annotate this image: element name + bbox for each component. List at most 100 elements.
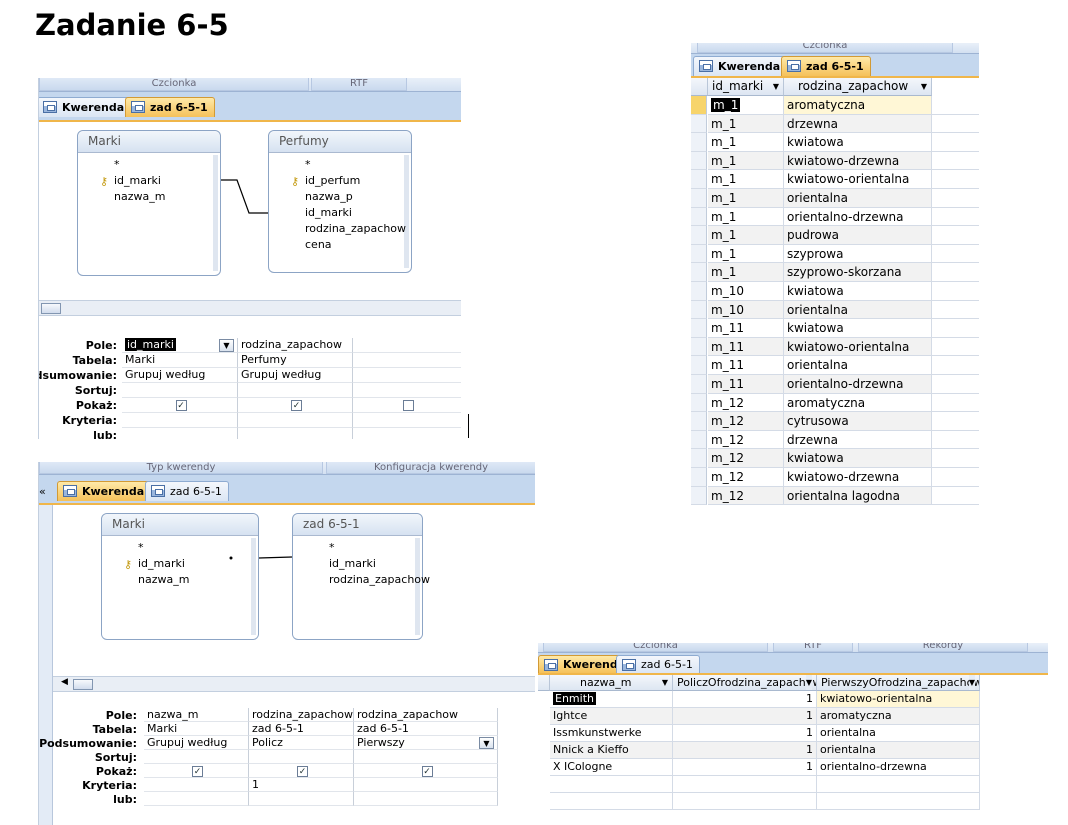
record-selector[interactable]: [691, 170, 707, 189]
table-row[interactable]: Enmith 1 kwiatowo-orientalna: [538, 691, 1048, 710]
grid-cell-kryteria[interactable]: [354, 778, 498, 792]
show-checkbox[interactable]: ✓: [421, 765, 433, 777]
table-row[interactable]: m_12 drzewna: [691, 430, 979, 450]
tab-zad-6-5-1[interactable]: zad 6-5-1: [145, 481, 229, 501]
cell-id-marki[interactable]: m_12: [708, 412, 784, 431]
record-selector[interactable]: [691, 114, 707, 134]
record-selector[interactable]: [691, 207, 707, 227]
table-row[interactable]: m_1 orientalno-drzewna: [691, 207, 979, 227]
grid-cell-kryteria[interactable]: [144, 778, 249, 792]
table-row[interactable]: X ICologne 1 orientalno-drzewna: [538, 759, 1048, 778]
cell-nazwa-m[interactable]: Enmith: [550, 691, 673, 708]
tab-kwerenda2[interactable]: Kwerenda2: [693, 56, 795, 76]
grid-cell-pokaz[interactable]: ✓: [122, 398, 238, 413]
grid-cell-sortuj[interactable]: [354, 750, 498, 764]
grid-cell-podsumowanie[interactable]: Policz: [249, 736, 354, 750]
grid-cell-lub[interactable]: [122, 428, 238, 439]
column-header-policz[interactable]: PoliczOfrodzina_zapachow ▼: [673, 675, 817, 691]
cell-rodzina-zapachow[interactable]: orientalna: [784, 300, 932, 320]
grid-cell-pokaz[interactable]: [353, 398, 461, 413]
record-selector[interactable]: [691, 412, 707, 431]
tab-zad-6-5-1[interactable]: zad 6-5-1: [781, 56, 871, 76]
cell-id-marki[interactable]: m_1: [708, 263, 784, 282]
cell-id-marki[interactable]: m_11: [708, 375, 784, 394]
cell-pierwszy[interactable]: orientalna: [817, 742, 980, 759]
cell-rodzina-zapachow[interactable]: kwiatowo-orientalna: [784, 170, 932, 189]
cell-id-marki[interactable]: m_1: [708, 226, 784, 245]
grid-cell-tabela[interactable]: Marki: [122, 353, 238, 368]
table-row[interactable]: m_1 kwiatowo-orientalna: [691, 170, 979, 189]
record-selector[interactable]: [691, 319, 707, 338]
cell-id-marki[interactable]: m_1: [708, 114, 784, 134]
grid-cell-kryteria[interactable]: 1: [249, 778, 354, 792]
cell-pierwszy[interactable]: orientalno-drzewna: [817, 759, 980, 776]
grid-cell-pole[interactable]: [353, 338, 461, 353]
table-row[interactable]: m_1 kwiatowo-drzewna: [691, 151, 979, 171]
cell-rodzina-zapachow[interactable]: kwiatowa: [784, 449, 932, 468]
cell-rodzina-zapachow[interactable]: orientalno-drzewna: [784, 375, 932, 394]
cell-rodzina-zapachow[interactable]: kwiatowo-drzewna: [784, 151, 932, 171]
record-selector[interactable]: [691, 133, 707, 152]
record-selector[interactable]: [691, 189, 707, 208]
cell-policz[interactable]: 1: [673, 725, 817, 742]
collapse-nav-icon[interactable]: «: [39, 485, 46, 498]
cell-id-marki[interactable]: m_1: [708, 244, 784, 264]
grid-cell-sortuj[interactable]: [144, 750, 249, 764]
sort-dropdown-icon[interactable]: ▼: [805, 675, 812, 690]
grid-cell-kryteria[interactable]: [122, 413, 238, 428]
grid-cell-lub[interactable]: [144, 792, 249, 806]
cell-rodzina-zapachow[interactable]: orientalna lagodna: [784, 486, 932, 506]
record-selector[interactable]: [691, 96, 707, 115]
dropdown-arrow-icon[interactable]: ▼: [479, 737, 494, 749]
column-header-rodzina-zapachow[interactable]: rodzina_zapachow ▼: [784, 78, 932, 96]
grid-cell-pole[interactable]: rodzina_zapachow: [249, 708, 354, 722]
cell-id-marki[interactable]: m_1: [708, 170, 784, 189]
tab-zad-6-5-1[interactable]: zad 6-5-1: [616, 655, 700, 673]
cell-id-marki[interactable]: m_1: [708, 133, 784, 152]
cell-id-marki[interactable]: m_12: [708, 430, 784, 450]
cell-pierwszy[interactable]: aromatyczna: [817, 708, 980, 725]
table-row[interactable]: m_1 szyprowa: [691, 244, 979, 264]
record-selector[interactable]: [691, 226, 707, 245]
cell-id-marki[interactable]: m_11: [708, 337, 784, 357]
record-selector[interactable]: [691, 282, 707, 301]
show-checkbox[interactable]: ✓: [175, 399, 187, 411]
grid-cell-sortuj[interactable]: [238, 383, 353, 398]
grid-cell-lub[interactable]: [354, 792, 498, 806]
cell-rodzina-zapachow[interactable]: szyprowo-skorzana: [784, 263, 932, 282]
grid-cell-pokaz[interactable]: ✓: [144, 764, 249, 778]
grid-cell-pokaz[interactable]: ✓: [354, 764, 498, 778]
record-selector[interactable]: [691, 430, 707, 450]
cell-id-marki[interactable]: m_12: [708, 449, 784, 468]
show-checkbox[interactable]: [403, 399, 414, 411]
grid-cell-pole[interactable]: rodzina_zapachow: [238, 338, 353, 353]
tab-kwerenda2[interactable]: Kwerenda2: [57, 481, 159, 501]
cell-pierwszy[interactable]: kwiatowo-orientalna: [817, 691, 980, 708]
table-row[interactable]: m_1 szyprowo-skorzana: [691, 263, 979, 282]
cell-nazwa-m[interactable]: X ICologne: [550, 759, 673, 776]
cell-nazwa-m[interactable]: Nnick a Kieffo: [550, 742, 673, 759]
record-selector[interactable]: [691, 300, 707, 320]
sort-dropdown-icon[interactable]: ▼: [921, 78, 927, 95]
cell-id-marki[interactable]: m_10: [708, 282, 784, 301]
cell-rodzina-zapachow[interactable]: cytrusowa: [784, 412, 932, 431]
cell-policz[interactable]: 1: [673, 708, 817, 725]
sort-dropdown-icon[interactable]: ▼: [968, 675, 975, 690]
cell-policz[interactable]: 1: [673, 759, 817, 776]
record-selector[interactable]: [691, 356, 707, 375]
cell-policz[interactable]: 1: [673, 691, 817, 708]
cell-id-marki[interactable]: m_12: [708, 486, 784, 506]
tab-kwerenda2[interactable]: Kwerenda2: [39, 97, 139, 117]
cell-pierwszy[interactable]: orientalna: [817, 725, 980, 742]
record-selector[interactable]: [691, 486, 707, 506]
cell-policz[interactable]: 1: [673, 742, 817, 759]
cell-rodzina-zapachow[interactable]: drzewna: [784, 114, 932, 134]
table-row[interactable]: m_1 kwiatowa: [691, 133, 979, 152]
horizontal-scrollbar[interactable]: ◀: [53, 676, 535, 692]
cell-id-marki[interactable]: m_11: [708, 319, 784, 338]
table-row[interactable]: m_11 kwiatowo-orientalna: [691, 337, 979, 357]
cell-rodzina-zapachow[interactable]: aromatyczna: [784, 393, 932, 413]
table-row[interactable]: m_11 kwiatowa: [691, 319, 979, 338]
table-row[interactable]: m_12 orientalna lagodna: [691, 486, 979, 506]
grid-cell-pole[interactable]: rodzina_zapachow: [354, 708, 498, 722]
